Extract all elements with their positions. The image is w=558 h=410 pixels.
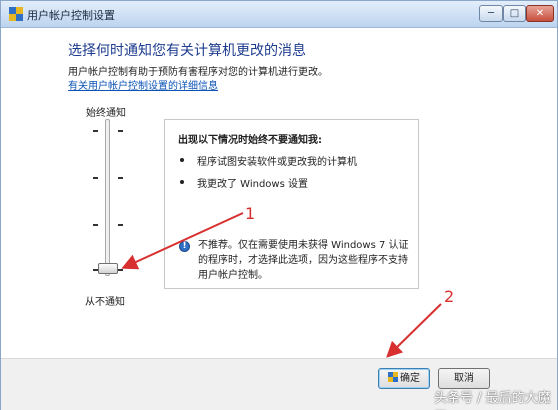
slider-tick xyxy=(93,130,98,132)
maximize-button[interactable]: □ xyxy=(503,5,526,22)
slider-top-label: 始终通知 xyxy=(86,108,126,119)
annotation-label-1: 1 xyxy=(245,204,256,223)
cancel-button[interactable]: 取消 xyxy=(438,368,490,389)
panel-list-item: 程序试图安装软件或更改我的计算机 xyxy=(197,157,357,168)
uac-settings-window: 用户帐户控制设置 ─ □ ✕ 选择何时通知您有关计算机更改的消息 用户帐户控制有… xyxy=(0,0,558,410)
close-button[interactable]: ✕ xyxy=(526,5,554,22)
maximize-icon: □ xyxy=(509,8,520,19)
info-icon: ! xyxy=(179,241,190,252)
slider-tick xyxy=(118,224,123,226)
minimize-button[interactable]: ─ xyxy=(479,5,503,22)
annotation-arrow-2 xyxy=(386,303,442,358)
ok-button-label: 确定 xyxy=(400,373,420,384)
slider-tick xyxy=(93,177,98,179)
notification-slider-thumb[interactable] xyxy=(98,263,118,274)
uac-shield-icon xyxy=(9,7,23,21)
panel-title: 出现以下情况时始终不要通知我: xyxy=(178,135,322,146)
slider-tick xyxy=(118,269,123,271)
panel-warning-note: 不推荐。仅在需要使用未获得 Windows 7 认证的程序时，才选择此选项，因为… xyxy=(198,240,409,281)
page-description: 用户帐户控制有助于预防有害程序对您的计算机进行更改。 xyxy=(68,67,328,78)
uac-shield-icon xyxy=(388,372,398,382)
slider-tick xyxy=(118,177,123,179)
annotation-label-2: 2 xyxy=(444,287,455,306)
watermark: 头条号 / 最后的大魔王 xyxy=(434,391,551,406)
bullet-icon xyxy=(180,180,184,184)
uac-help-link[interactable]: 有关用户帐户控制设置的详细信息 xyxy=(68,77,218,92)
notification-slider-track[interactable] xyxy=(105,119,110,276)
title-bar[interactable]: 用户帐户控制设置 ─ □ ✕ xyxy=(1,1,557,28)
page-heading: 选择何时通知您有关计算机更改的消息 xyxy=(68,43,306,59)
close-icon: ✕ xyxy=(535,8,545,19)
slider-bottom-label: 从不通知 xyxy=(85,297,125,308)
ok-button[interactable]: 确定 xyxy=(378,368,430,389)
panel-list-item: 我更改了 Windows 设置 xyxy=(197,179,308,190)
window-title: 用户帐户控制设置 xyxy=(27,9,115,22)
slider-tick xyxy=(118,130,123,132)
setting-description-panel: 出现以下情况时始终不要通知我: 程序试图安装软件或更改我的计算机 我更改了 Wi… xyxy=(164,119,419,289)
bullet-icon xyxy=(180,158,184,162)
slider-tick xyxy=(93,224,98,226)
minimize-icon: ─ xyxy=(487,8,495,19)
